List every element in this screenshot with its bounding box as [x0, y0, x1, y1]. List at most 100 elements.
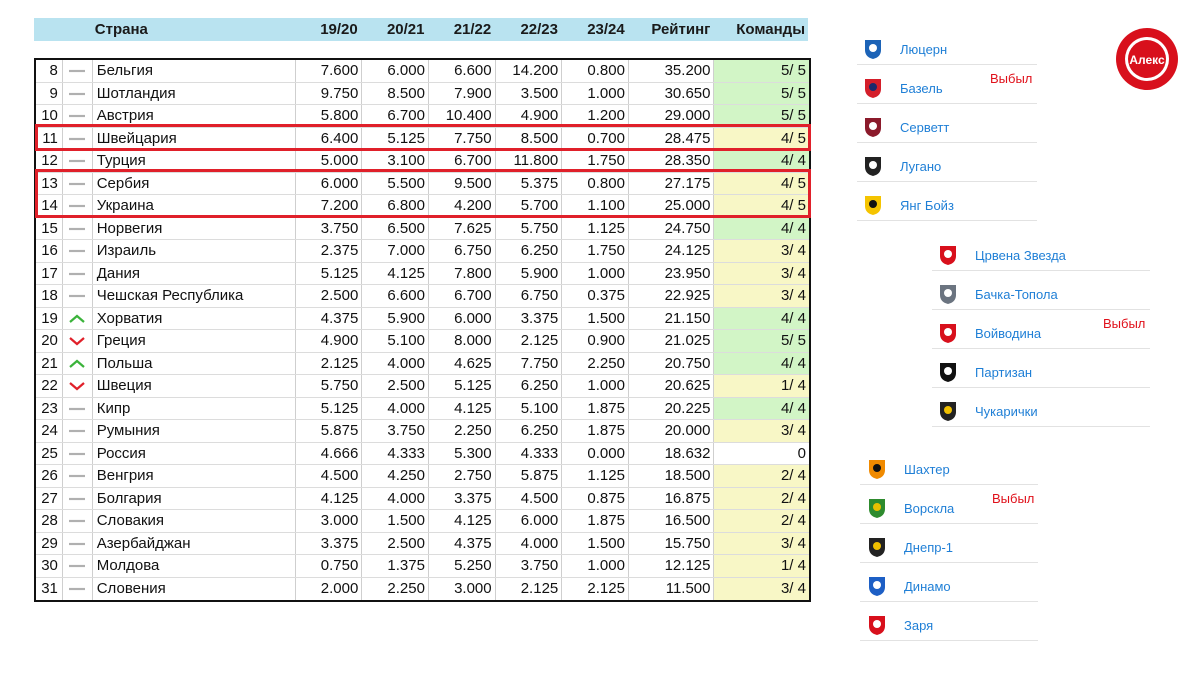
season-1-cell: 3.000 — [296, 510, 363, 532]
club-link[interactable]: Базель — [862, 77, 943, 99]
table-header: Страна 19/20 20/21 21/22 22/23 23/24 Рей… — [34, 18, 808, 41]
table-row: 19 Хорватия 4.375 5.900 6.000 3.375 1.500 21.15… — [36, 307, 809, 330]
club-link[interactable]: Войводина — [937, 322, 1041, 344]
season-5-cell: 1.750 — [562, 150, 629, 172]
season-3-cell: 4.125 — [429, 510, 496, 532]
season-5-cell: 1.875 — [562, 397, 629, 419]
header-season-5: 23/24 — [587, 21, 625, 38]
rating-cell: 12.125 — [629, 555, 715, 577]
season-3-cell: 7.750 — [429, 127, 496, 149]
rank-cell: 27 — [36, 487, 63, 509]
table-row: 14 Украина 7.200 6.800 4.200 5.700 1.100 25.000… — [36, 195, 809, 218]
club-name: Лугано — [900, 158, 942, 174]
season-2-cell: 4.125 — [362, 262, 429, 284]
season-5-cell: 1.200 — [562, 105, 629, 127]
season-5-cell: 1.125 — [562, 465, 629, 487]
trend-cell — [63, 127, 93, 149]
season-1-cell: 2.125 — [296, 352, 363, 374]
season-1-cell: 6.000 — [296, 172, 363, 194]
header-rank — [34, 18, 61, 41]
season-1-cell: 5.000 — [296, 150, 363, 172]
season-5-cell: 0.900 — [562, 330, 629, 352]
dropped-out-label: Выбыл — [990, 71, 1033, 86]
season-5-cell: 1.000 — [562, 82, 629, 104]
season-1-cell: 4.375 — [296, 307, 363, 329]
season-4-cell: 5.700 — [496, 195, 563, 217]
rating-cell: 30.650 — [629, 82, 715, 104]
rating-cell: 15.750 — [629, 532, 715, 554]
trend-cell — [63, 375, 93, 397]
season-4-cell: 5.375 — [496, 172, 563, 194]
country-cell: Польша — [93, 352, 296, 374]
trend-flat-icon — [69, 407, 86, 410]
season-2-cell: 4.000 — [362, 487, 429, 509]
season-5-cell: 0.800 — [562, 60, 629, 82]
header-season-2: 20/21 — [386, 21, 425, 38]
club-link[interactable]: Янг Бойз — [862, 194, 954, 216]
rating-cell: 35.200 — [629, 60, 715, 82]
rating-cell: 16.875 — [629, 487, 715, 509]
club-link[interactable]: Лугано — [862, 155, 941, 177]
teams-cell: 4/ 5 — [714, 127, 809, 149]
club-name: Войводина — [975, 325, 1042, 341]
trend-flat-icon — [69, 587, 86, 590]
season-2-cell: 4.000 — [362, 397, 429, 419]
season-3-cell: 6.750 — [429, 240, 496, 262]
season-1-cell: 5.750 — [296, 375, 363, 397]
table-row: 10 Австрия 5.800 6.700 10.400 4.900 1.200 29.00… — [36, 105, 809, 128]
club-divider — [860, 601, 1038, 602]
table-row: 20 Греция 4.900 5.100 8.000 2.125 0.900 21.025 5… — [36, 330, 809, 353]
club-link[interactable]: Црвена Звезда — [937, 244, 1066, 266]
club-name: Чукарички — [975, 403, 1038, 419]
rating-cell: 28.350 — [629, 150, 715, 172]
trend-cell — [63, 397, 93, 419]
crvena-zvezda-crest-icon — [940, 246, 956, 265]
season-3-cell: 6.700 — [429, 150, 496, 172]
trend-flat-icon — [69, 429, 86, 433]
club-divider — [857, 142, 1037, 143]
club-name: Бачка-Топола — [975, 286, 1058, 302]
club-link[interactable]: Чукарички — [937, 400, 1038, 422]
season-2-cell: 4.333 — [362, 442, 429, 464]
season-2-cell: 5.100 — [362, 330, 429, 352]
club-name: Базель — [900, 80, 943, 96]
season-2-cell: 1.500 — [362, 510, 429, 532]
season-5-cell: 1.875 — [562, 510, 629, 532]
dropped-out-label: Выбыл — [992, 491, 1035, 506]
club-link[interactable]: Ворскла — [866, 497, 954, 519]
season-2-cell: 3.100 — [362, 150, 429, 172]
club-link[interactable]: Динамо — [866, 575, 951, 597]
servette-crest-icon — [865, 118, 881, 137]
trend-cell — [63, 82, 93, 104]
season-5-cell: 0.700 — [562, 127, 629, 149]
header-teams: Команды — [736, 21, 806, 38]
season-2-cell: 5.500 — [362, 172, 429, 194]
club-link[interactable]: Люцерн — [862, 38, 947, 60]
season-1-cell: 5.125 — [296, 262, 363, 284]
club-name: Динамо — [904, 578, 951, 594]
season-4-cell: 3.750 — [496, 555, 563, 577]
rating-cell: 22.925 — [629, 285, 715, 307]
rating-cell: 18.500 — [629, 465, 715, 487]
shakhtar-crest-icon — [869, 460, 885, 479]
club-link[interactable]: Днепр-1 — [866, 536, 953, 558]
club-link[interactable]: Партизан — [937, 361, 1032, 383]
club-link[interactable]: Бачка-Топола — [937, 283, 1058, 305]
season-3-cell: 7.800 — [429, 262, 496, 284]
trend-flat-icon — [69, 137, 86, 140]
season-3-cell: 3.000 — [429, 577, 496, 600]
table-row: 24 Румыния 5.875 3.750 2.250 6.250 1.875 20.000… — [36, 420, 809, 443]
country-cell: Кипр — [93, 397, 296, 419]
rank-cell: 11 — [36, 127, 63, 149]
country-cell: Болгария — [93, 487, 296, 509]
country-cell: Бельгия — [93, 60, 296, 82]
season-3-cell: 6.000 — [429, 307, 496, 329]
country-cell: Словения — [93, 577, 296, 600]
club-link[interactable]: Шахтер — [866, 458, 950, 480]
rating-cell: 20.625 — [629, 375, 715, 397]
season-1-cell: 6.400 — [296, 127, 363, 149]
season-5-cell: 1.500 — [562, 532, 629, 554]
trend-cell — [63, 240, 93, 262]
club-link[interactable]: Заря — [866, 614, 933, 636]
club-link[interactable]: Серветт — [862, 116, 949, 138]
